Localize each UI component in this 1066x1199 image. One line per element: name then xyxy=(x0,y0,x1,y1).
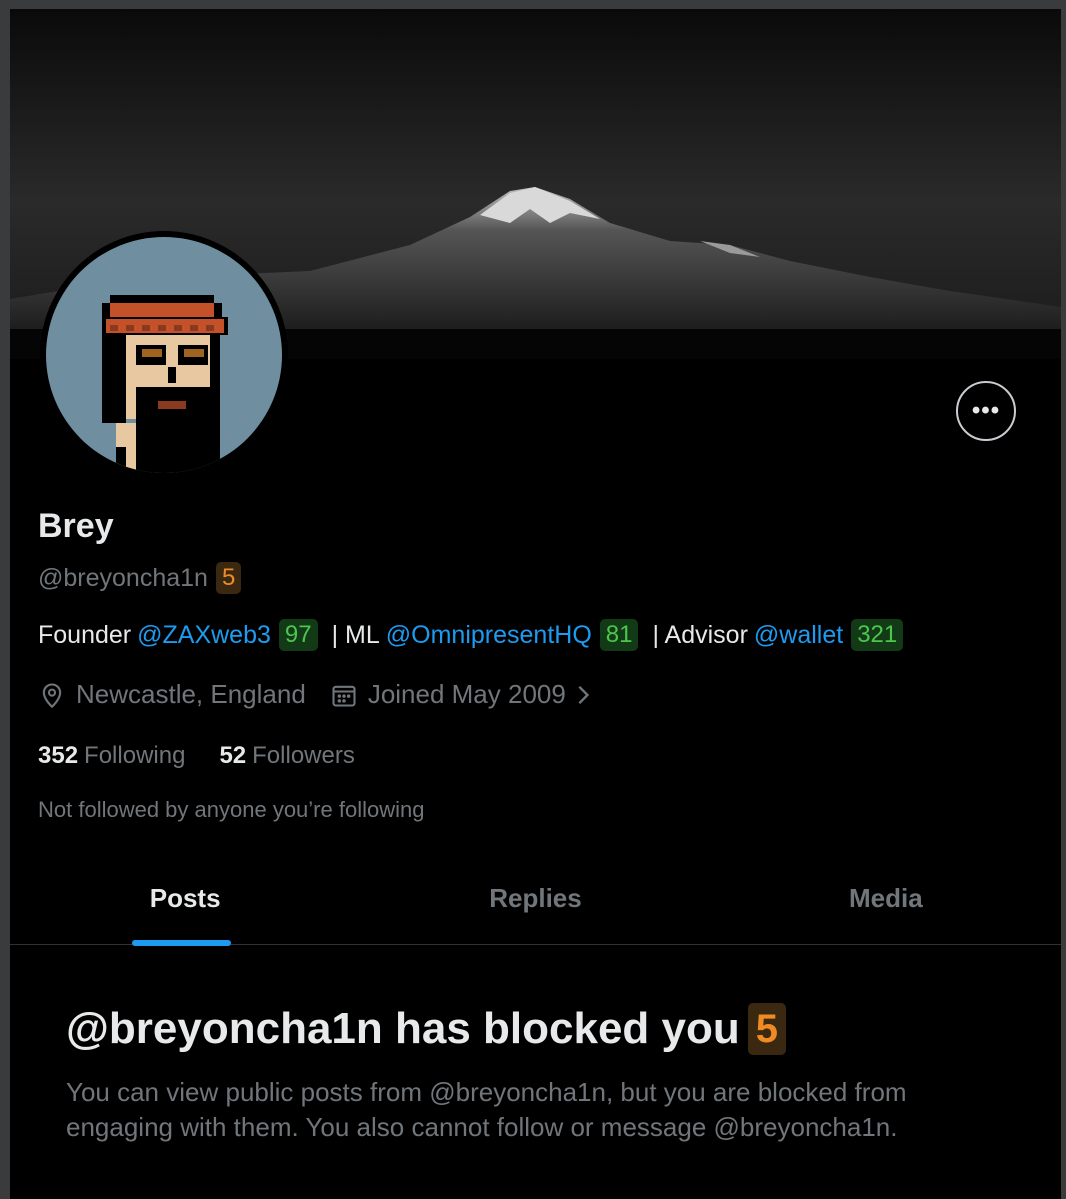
pixel-avatar-image xyxy=(102,295,228,473)
blocked-score-badge: 5 xyxy=(747,1003,786,1055)
bio-ml-label: | ML xyxy=(331,620,380,649)
follow-stats: 352 Following 52 Followers xyxy=(38,742,355,770)
bio-founder-label: Founder xyxy=(38,620,132,649)
mutual-followers-note: Not followed by anyone you’re following xyxy=(38,797,425,822)
profile-meta: Newcastle, England Joined May 2009 xyxy=(38,679,604,710)
active-tab-indicator xyxy=(132,940,231,946)
profile-bio: Founder @ZAXweb3 97 | ML @OmnipresentHQ … xyxy=(38,619,904,651)
handle-score-badge: 5 xyxy=(215,562,242,594)
display-name: Brey xyxy=(38,507,114,545)
followers-label: Followers xyxy=(252,742,355,769)
tab-media[interactable]: Media xyxy=(711,869,1061,944)
chevron-right-icon[interactable] xyxy=(574,681,594,709)
avatar[interactable] xyxy=(40,231,288,479)
more-options-button[interactable]: ••• xyxy=(956,381,1016,441)
blocked-heading: @breyoncha1n has blocked you 5 xyxy=(66,1003,786,1055)
profile-tabs: Posts Replies Media xyxy=(10,869,1061,946)
handle-row: @breyoncha1n 5 xyxy=(38,562,242,594)
blocked-description: You can view public posts from @breyonch… xyxy=(66,1077,907,1142)
bio-advisor-badge: 321 xyxy=(851,619,904,651)
followers-count: 52 xyxy=(219,742,247,769)
profile-joined-date[interactable]: Joined May 2009 xyxy=(368,679,566,710)
followers-stat[interactable]: 52 Followers xyxy=(219,742,354,770)
username-handle: @breyoncha1n xyxy=(38,563,208,592)
tab-media-label: Media xyxy=(848,883,923,913)
following-stat[interactable]: 352 Following xyxy=(38,742,185,770)
bio-founder-badge: 97 xyxy=(278,619,318,651)
tab-posts[interactable]: Posts xyxy=(10,869,360,946)
tab-replies[interactable]: Replies xyxy=(360,869,710,944)
tab-replies-label: Replies xyxy=(489,883,582,913)
bio-advisor-link[interactable]: @wallet xyxy=(754,621,843,650)
following-label: Following xyxy=(84,742,186,769)
blocked-title-text: @breyoncha1n has blocked you xyxy=(66,1004,740,1053)
tab-posts-label: Posts xyxy=(149,883,221,913)
profile-page: ••• Brey @breyoncha1n 5 Founder @ZAXweb3… xyxy=(10,9,1061,1199)
bio-founder-link[interactable]: @ZAXweb3 xyxy=(137,621,271,650)
following-count: 352 xyxy=(38,742,79,769)
calendar-icon xyxy=(330,681,358,709)
profile-location: Newcastle, England xyxy=(76,679,306,709)
more-horizontal-icon: ••• xyxy=(971,397,1001,424)
bio-advisor-label: | Advisor xyxy=(652,620,748,649)
bio-ml-link[interactable]: @OmnipresentHQ xyxy=(386,621,592,650)
bio-ml-badge: 81 xyxy=(599,619,639,651)
location-pin-icon xyxy=(38,681,66,709)
